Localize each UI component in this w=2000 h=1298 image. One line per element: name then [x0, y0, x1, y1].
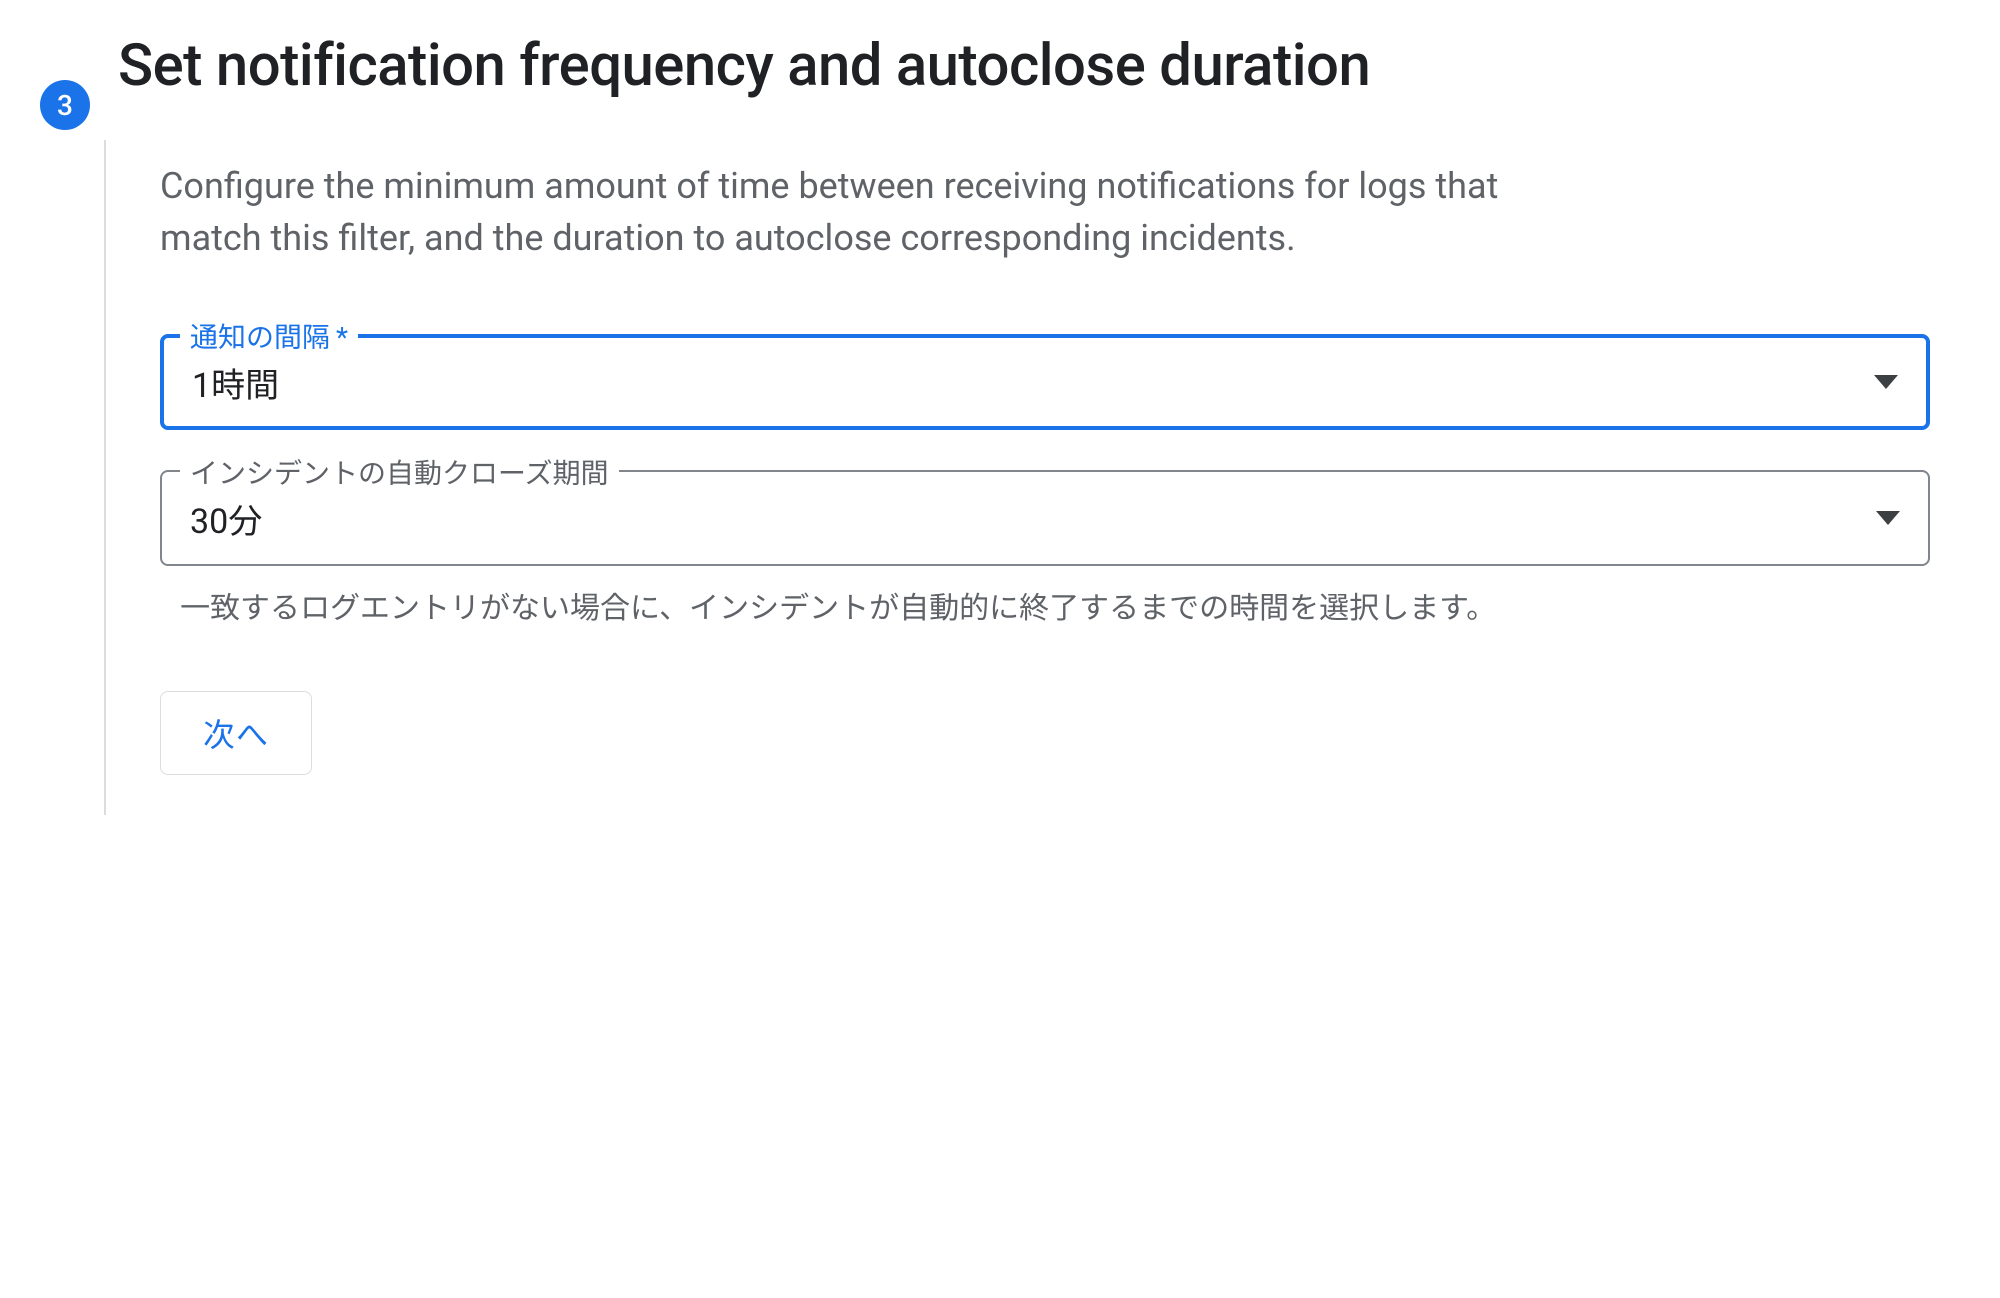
autoclose-helper-text: 一致するログエントリがない場合に、インシデントが自動的に終了するまでの時間を選択…: [160, 586, 1560, 631]
autoclose-duration-label: インシデントの自動クローズ期間: [190, 452, 609, 492]
notification-interval-label: 通知の間隔: [190, 316, 330, 356]
step-panel: 3 Set notification frequency and autoclo…: [0, 0, 2000, 855]
form-area: 通知の間隔 * 1時間 インシデントの自動クローズ期間 30分 一致するログエ: [160, 334, 1930, 775]
notification-interval-field: 通知の間隔 * 1時間: [160, 334, 1930, 430]
chevron-down-icon: [1874, 375, 1898, 389]
footer-buttons: 次へ: [160, 691, 1930, 775]
notification-interval-label-wrap: 通知の間隔 *: [180, 316, 358, 356]
next-button[interactable]: 次へ: [160, 691, 312, 775]
autoclose-duration-value: 30分: [190, 494, 1876, 543]
required-mark: *: [336, 321, 348, 354]
next-button-label: 次へ: [203, 710, 269, 756]
step-description: Configure the minimum amount of time bet…: [160, 160, 1560, 264]
step-body: Configure the minimum amount of time bet…: [104, 140, 1930, 815]
step-number: 3: [57, 89, 73, 122]
step-number-badge: 3: [40, 80, 90, 130]
notification-interval-value: 1時間: [192, 358, 1874, 407]
chevron-down-icon: [1876, 511, 1900, 525]
notification-interval-select[interactable]: 1時間: [160, 334, 1930, 430]
step-title: Set notification frequency and autoclose…: [118, 30, 1370, 103]
step-header-row: 3 Set notification frequency and autoclo…: [40, 30, 1930, 130]
autoclose-duration-label-wrap: インシデントの自動クローズ期間: [180, 452, 619, 492]
autoclose-duration-field: インシデントの自動クローズ期間 30分: [160, 470, 1930, 566]
